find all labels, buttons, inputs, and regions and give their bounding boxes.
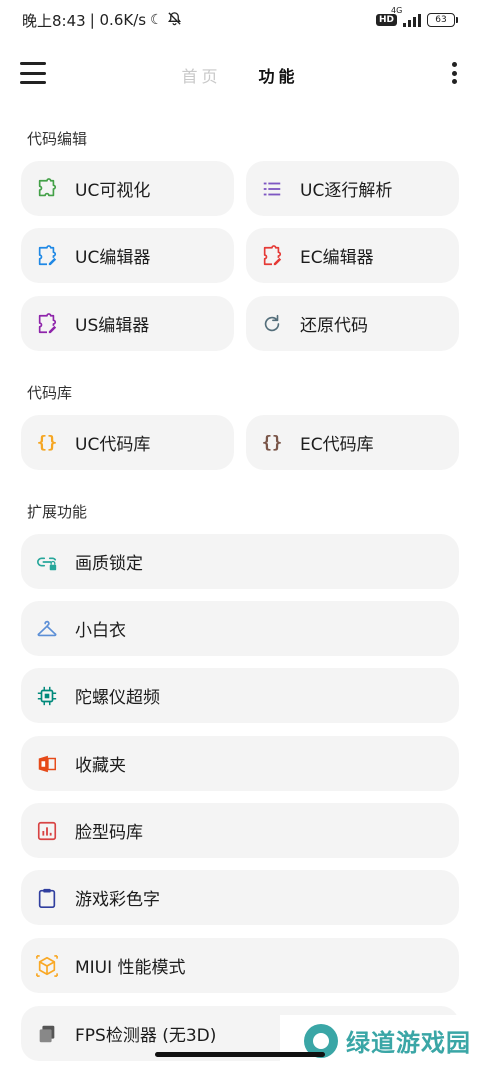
- miui-performance-button[interactable]: MIUI 性能模式: [21, 938, 459, 993]
- card-label: UC代码库: [75, 435, 151, 455]
- moon-icon: ☾: [150, 12, 163, 28]
- card-label: FPS检测器 (无3D): [75, 1026, 217, 1046]
- status-bar: 晚上8:43 | 0.6K/s ☾ HD 4G 63: [0, 0, 480, 40]
- refresh-icon: [260, 312, 284, 336]
- bell-off-icon: [167, 11, 182, 30]
- card-label: 陀螺仪超频: [75, 688, 160, 708]
- favorites-button[interactable]: 收藏夹: [21, 736, 459, 791]
- puzzle-edit-icon: [35, 312, 59, 336]
- list-icon: [260, 177, 284, 201]
- app-bar: 首页 功能: [0, 48, 480, 98]
- card-label: 游戏彩色字: [75, 890, 160, 910]
- copy-icon: [35, 1022, 59, 1046]
- braces-icon: {}: [261, 432, 283, 453]
- more-icon[interactable]: [452, 62, 458, 84]
- section-title-code-edit: 代码编辑: [27, 130, 88, 148]
- puzzle-edit-icon: [260, 244, 284, 268]
- ec-editor-button[interactable]: EC编辑器: [246, 228, 459, 283]
- us-editor-button[interactable]: US编辑器: [21, 296, 234, 351]
- game-color-text-button[interactable]: 游戏彩色字: [21, 870, 459, 925]
- hd-badge: HD: [375, 14, 397, 26]
- tab-features[interactable]: 功能: [245, 61, 313, 89]
- quality-lock-button[interactable]: 画质锁定: [21, 534, 459, 589]
- link-lock-icon: [35, 550, 59, 574]
- section-title-extensions: 扩展功能: [27, 503, 88, 521]
- card-label: MIUI 性能模式: [75, 958, 186, 978]
- uc-visual-button[interactable]: UC可视化: [21, 161, 234, 216]
- card-label: 小白衣: [75, 621, 126, 641]
- card-label: EC代码库: [300, 435, 374, 455]
- card-label: EC编辑器: [300, 248, 374, 268]
- battery-icon: 63: [427, 13, 458, 27]
- hanger-icon: [35, 617, 59, 641]
- card-label: 脸型码库: [75, 823, 143, 843]
- network-type: 4G: [391, 6, 403, 15]
- puzzle-icon: [35, 177, 59, 201]
- tab-home[interactable]: 首页: [167, 61, 235, 89]
- battery-level: 63: [427, 13, 455, 27]
- clipboard-icon: [35, 886, 59, 910]
- card-label: 画质锁定: [75, 554, 143, 574]
- home-indicator[interactable]: [155, 1052, 325, 1057]
- braces-icon: {}: [36, 432, 58, 453]
- chip-icon: [35, 684, 59, 708]
- uc-line-parse-button[interactable]: UC逐行解析: [246, 161, 459, 216]
- chart-icon: [35, 819, 59, 843]
- watermark: 绿道游戏园: [280, 1015, 480, 1066]
- card-label: UC可视化: [75, 181, 151, 201]
- face-code-lib-button[interactable]: 脸型码库: [21, 803, 459, 858]
- watermark-text: 绿道游戏园: [346, 1029, 471, 1057]
- signal-icon: 4G: [391, 6, 421, 27]
- gyro-overclock-button[interactable]: 陀螺仪超频: [21, 668, 459, 723]
- status-time: 晚上8:43: [22, 11, 86, 30]
- card-label: UC逐行解析: [300, 181, 393, 201]
- cube-icon: [35, 954, 59, 978]
- card-label: 收藏夹: [75, 756, 126, 776]
- xiaobaiyi-button[interactable]: 小白衣: [21, 601, 459, 656]
- uc-code-lib-button[interactable]: {} UC代码库: [21, 415, 234, 470]
- status-net-speed: | 0.6K/s: [89, 11, 147, 29]
- card-label: 还原代码: [300, 316, 368, 336]
- puzzle-edit-icon: [35, 244, 59, 268]
- tab-bar: 首页 功能: [0, 61, 480, 89]
- uc-editor-button[interactable]: UC编辑器: [21, 228, 234, 283]
- card-label: US编辑器: [75, 316, 150, 336]
- section-title-code-lib: 代码库: [27, 384, 73, 402]
- office-icon: [35, 752, 59, 776]
- restore-code-button[interactable]: 还原代码: [246, 296, 459, 351]
- ec-code-lib-button[interactable]: {} EC代码库: [246, 415, 459, 470]
- card-label: UC编辑器: [75, 248, 151, 268]
